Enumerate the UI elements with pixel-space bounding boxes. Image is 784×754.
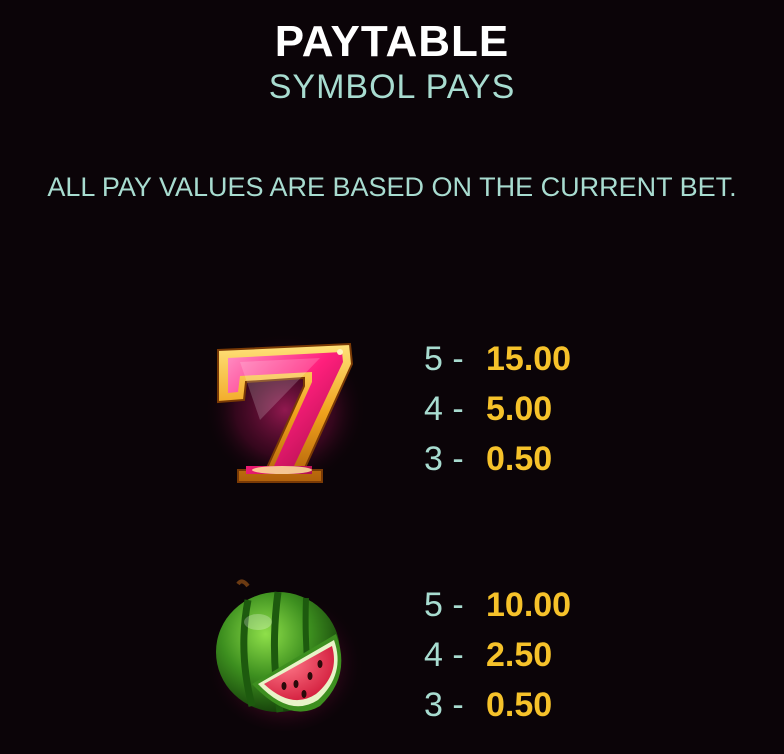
pay-line: 5 - 10.00 [424,580,684,630]
pay-count: 3 - [424,686,464,724]
section-subtitle: SYMBOL PAYS [0,64,784,102]
pay-line: 3 - 0.50 [424,680,684,730]
watermelon-icon [200,572,370,732]
pay-count: 4 - [424,390,464,428]
pay-value: 10.00 [486,586,572,624]
pay-line: 5 - 15.00 [424,334,684,384]
pay-list-watermelon: 5 - 10.00 4 - 2.50 3 - 0.50 [424,580,684,730]
pay-count: 3 - [424,440,464,478]
pay-count: 5 - [424,586,464,624]
paytable-page: PAYTABLE SYMBOL PAYS ALL PAY VALUES ARE … [0,0,784,754]
page-title: PAYTABLE [274,17,510,66]
pay-count: 4 - [424,636,464,674]
pay-value: 5.00 [486,390,553,428]
pay-line: 3 - 0.50 [424,434,684,484]
pay-value: 0.50 [486,440,553,478]
pay-list-seven: 5 - 15.00 4 - 5.00 3 - 0.50 [424,334,684,484]
pay-value: 15.00 [486,340,572,378]
pay-count: 5 - [424,340,464,378]
lucky-seven-icon [200,330,370,490]
pay-line: 4 - 2.50 [424,630,684,680]
section-subtitle-text: SYMBOL PAYS [268,68,516,102]
pay-line: 4 - 5.00 [424,384,684,434]
pay-value: 0.50 [486,686,553,724]
pay-value: 2.50 [486,636,553,674]
pay-values-notice: ALL PAY VALUES ARE BASED ON THE CURRENT … [47,172,737,202]
